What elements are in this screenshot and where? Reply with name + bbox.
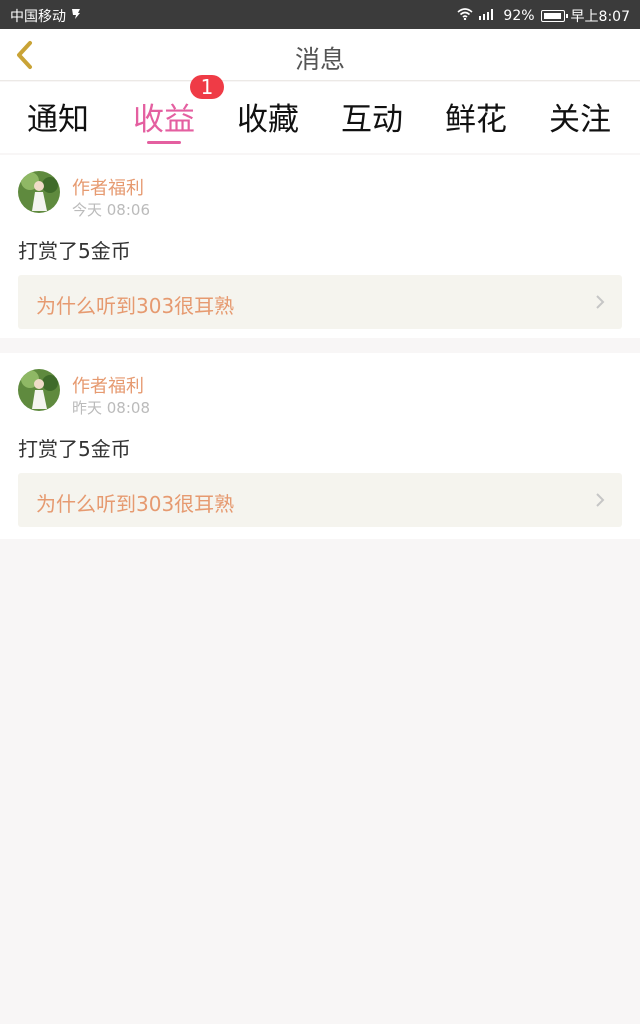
- message-card: 作者福利 昨天 08:08 打赏了5金币 为什么听到303很耳熟: [0, 353, 640, 539]
- battery-percent: 92%: [503, 8, 535, 24]
- tab-bar: 通知 收益 收藏 互动 鲜花 关注: [0, 82, 640, 153]
- chevron-right-icon: [596, 295, 605, 309]
- tab-label: 通知: [27, 102, 89, 138]
- tab-following[interactable]: 关注: [528, 94, 632, 139]
- notification-icon: [70, 8, 82, 24]
- wifi-icon: [457, 8, 473, 24]
- chevron-right-icon: [596, 493, 605, 507]
- author-name[interactable]: 作者福利: [72, 174, 144, 200]
- avatar[interactable]: [18, 369, 60, 411]
- article-title: 为什么听到303很耳熟: [36, 294, 235, 318]
- tab-label: 关注: [549, 102, 611, 138]
- avatar[interactable]: [18, 171, 60, 213]
- status-bar: 中国移动 92% 早上8:07: [0, 0, 640, 29]
- author-name[interactable]: 作者福利: [72, 372, 144, 398]
- article-title: 为什么听到303很耳熟: [36, 492, 235, 516]
- battery-icon: [540, 10, 568, 22]
- clock: 早上8:07: [570, 9, 630, 25]
- tab-label: 收藏: [237, 102, 299, 138]
- unread-badge: 1: [190, 75, 224, 99]
- article-link[interactable]: 为什么听到303很耳熟: [18, 275, 622, 329]
- tab-interactions[interactable]: 互动: [320, 94, 424, 139]
- tab-label: 收益: [133, 102, 195, 138]
- carrier-label: 中国移动: [10, 9, 66, 25]
- message-time: 今天 08:06: [72, 201, 150, 219]
- message-action: 打赏了5金币: [18, 437, 131, 461]
- title-bar: 消息: [0, 29, 640, 81]
- message-time: 昨天 08:08: [72, 399, 150, 417]
- tab-earnings[interactable]: 收益: [112, 94, 216, 144]
- tab-notifications[interactable]: 通知: [6, 94, 110, 139]
- tab-flowers[interactable]: 鲜花: [424, 94, 528, 139]
- tab-label: 互动: [341, 102, 403, 138]
- article-link[interactable]: 为什么听到303很耳熟: [18, 473, 622, 527]
- tab-favorites[interactable]: 收藏: [216, 94, 320, 139]
- signal-icon: [479, 8, 497, 24]
- active-tab-indicator: [147, 141, 181, 144]
- tab-label: 鲜花: [445, 102, 507, 138]
- message-card: 作者福利 今天 08:06 打赏了5金币 为什么听到303很耳熟: [0, 155, 640, 338]
- message-action: 打赏了5金币: [18, 239, 131, 263]
- page-title: 消息: [294, 45, 345, 74]
